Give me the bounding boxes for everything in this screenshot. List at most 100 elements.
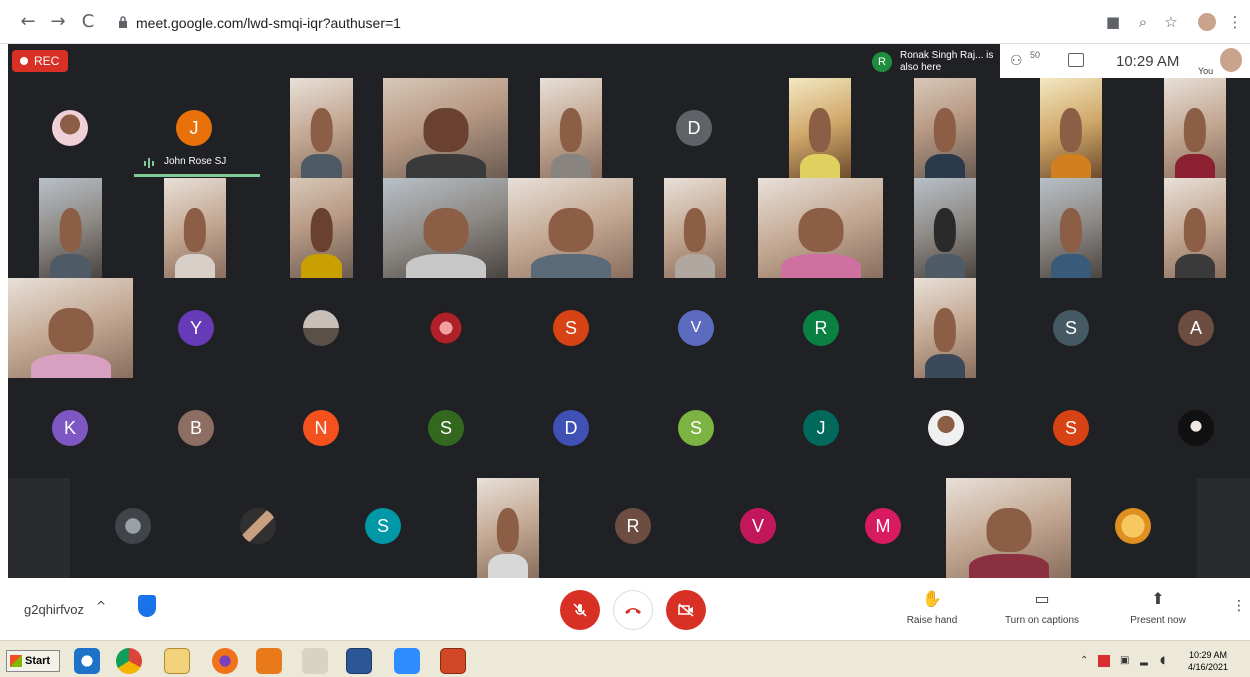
participant-avatar: D (676, 110, 712, 146)
address-bar[interactable]: meet.google.com/lwd-smqi-iqr?authuser=1 (108, 9, 1088, 37)
participant-video[interactable] (914, 278, 976, 378)
participant-avatar[interactable]: S (1053, 410, 1089, 446)
zoom-app-icon[interactable] (394, 648, 420, 674)
meet-grid: REC R Ronak Singh Raj... is also here ⚇ … (8, 44, 1250, 578)
tray-flag-icon[interactable] (1098, 655, 1110, 667)
mic-toggle-button[interactable] (560, 590, 600, 630)
participant-avatar[interactable]: B (178, 410, 214, 446)
participant-avatar[interactable] (303, 310, 339, 346)
zoom-icon[interactable]: ⌕ (1134, 13, 1152, 31)
chrome-icon[interactable] (116, 648, 142, 674)
participant-avatar[interactable]: S (428, 410, 464, 446)
url-text: meet.google.com/lwd-smqi-iqr?authuser=1 (136, 15, 401, 31)
participant-video[interactable] (1040, 78, 1102, 178)
speaking-indicator-icon (144, 158, 154, 168)
people-icon[interactable]: ⚇ (1010, 53, 1023, 69)
tray-volume-icon[interactable]: ◖ (1160, 655, 1172, 667)
camera-toggle-button[interactable] (666, 590, 706, 630)
participant-avatar[interactable] (928, 410, 964, 446)
snipping-tool-icon[interactable] (302, 648, 328, 674)
participant-video[interactable] (290, 78, 353, 178)
tray-network-icon[interactable]: ▂ (1140, 655, 1152, 667)
camera-icon[interactable]: ■ (1104, 13, 1122, 31)
participant-video[interactable] (477, 478, 539, 578)
participant-avatar[interactable]: A (1178, 310, 1214, 346)
participant-avatar[interactable]: K (52, 410, 88, 446)
tray-expand-icon[interactable]: ⌃ (1080, 655, 1092, 667)
recording-badge: REC (12, 50, 68, 72)
participant-video[interactable] (758, 178, 883, 278)
back-button[interactable]: ← (18, 12, 38, 32)
speaker-name: John Rose SJ (164, 156, 227, 167)
participant-avatar[interactable] (115, 508, 151, 544)
participant-avatar[interactable]: D (553, 410, 589, 446)
reload-button[interactable]: C (78, 12, 98, 32)
participant-video[interactable] (1164, 178, 1226, 278)
participant-avatar[interactable]: J (803, 410, 839, 446)
participant-avatar[interactable] (240, 508, 276, 544)
clock-date: 4/16/2021 (1188, 662, 1229, 672)
participant-video[interactable] (789, 78, 851, 178)
participant-avatar[interactable] (1178, 410, 1214, 446)
participant-avatar[interactable]: V (740, 508, 776, 544)
participant-avatar[interactable]: V (678, 310, 714, 346)
captions-button[interactable]: ▭ Turn on captions (992, 588, 1092, 628)
leave-call-button[interactable] (613, 590, 653, 630)
start-label: Start (25, 655, 51, 667)
participant-video[interactable] (1040, 178, 1102, 278)
participant-video[interactable] (508, 178, 633, 278)
participant-avatar[interactable]: R (803, 310, 839, 346)
hang-up-icon (625, 608, 641, 614)
media-player-icon[interactable] (256, 648, 282, 674)
participant-video[interactable] (290, 178, 353, 278)
participant-video[interactable] (383, 78, 508, 178)
participant-tile[interactable]: D (632, 78, 756, 178)
participant-avatar[interactable] (1115, 508, 1151, 544)
participant-avatar[interactable]: R (615, 508, 651, 544)
system-clock[interactable]: 10:29 AM 4/16/2021 (1188, 649, 1228, 673)
participant-video[interactable] (164, 178, 226, 278)
participant-tile[interactable] (8, 78, 132, 178)
raise-hand-button[interactable]: ✋ Raise hand (882, 588, 982, 628)
file-explorer-icon[interactable] (164, 648, 190, 674)
chat-icon[interactable] (1068, 53, 1084, 67)
participant-avatar[interactable]: S (1053, 310, 1089, 346)
meeting-clock: 10:29 AM (1116, 53, 1180, 70)
participant-video[interactable] (946, 478, 1071, 578)
captions-icon: ▭ (1034, 589, 1050, 608)
captions-label: Turn on captions (1004, 615, 1080, 626)
participant-video[interactable] (1164, 78, 1226, 178)
more-options-icon[interactable]: ⋮ (1232, 598, 1246, 614)
forward-button[interactable]: → (48, 12, 68, 32)
powerpoint-icon[interactable] (440, 648, 466, 674)
participant-avatar[interactable]: S (553, 310, 589, 346)
word-icon[interactable] (346, 648, 372, 674)
participant-video[interactable] (39, 178, 102, 278)
bookmark-star-icon[interactable]: ☆ (1162, 13, 1180, 31)
participant-avatar[interactable]: N (303, 410, 339, 446)
participant-avatar[interactable]: S (365, 508, 401, 544)
clock-time: 10:29 AM (1189, 650, 1228, 660)
participant-video[interactable] (383, 178, 508, 278)
start-button[interactable]: Start (6, 650, 60, 672)
firefox-icon[interactable] (212, 648, 238, 674)
menu-icon[interactable]: ⋮ (1226, 13, 1244, 31)
participant-avatar[interactable] (428, 310, 464, 346)
participant-video[interactable] (914, 178, 976, 278)
participant-avatar[interactable]: M (865, 508, 901, 544)
present-now-button[interactable]: ⬆ Present now (1108, 588, 1208, 628)
self-avatar[interactable] (1220, 48, 1242, 72)
profile-avatar[interactable] (1198, 13, 1216, 31)
recording-dot-icon (20, 57, 28, 65)
participant-avatar[interactable]: Y (178, 310, 214, 346)
participant-video[interactable] (914, 78, 976, 178)
meeting-details-toggle[interactable]: ^ (96, 599, 106, 613)
tray-device-icon[interactable]: ▣ (1120, 655, 1132, 667)
security-shield-icon[interactable] (138, 595, 156, 617)
internet-explorer-icon[interactable] (74, 648, 100, 674)
participant-video[interactable] (540, 78, 602, 178)
participant-avatar[interactable]: S (678, 410, 714, 446)
participant-video[interactable] (664, 178, 726, 278)
meeting-controls-bar: g2qhirfvoz ^ ✋ Raise hand ▭ Turn on capt… (8, 578, 1250, 640)
participant-video[interactable] (8, 278, 133, 378)
